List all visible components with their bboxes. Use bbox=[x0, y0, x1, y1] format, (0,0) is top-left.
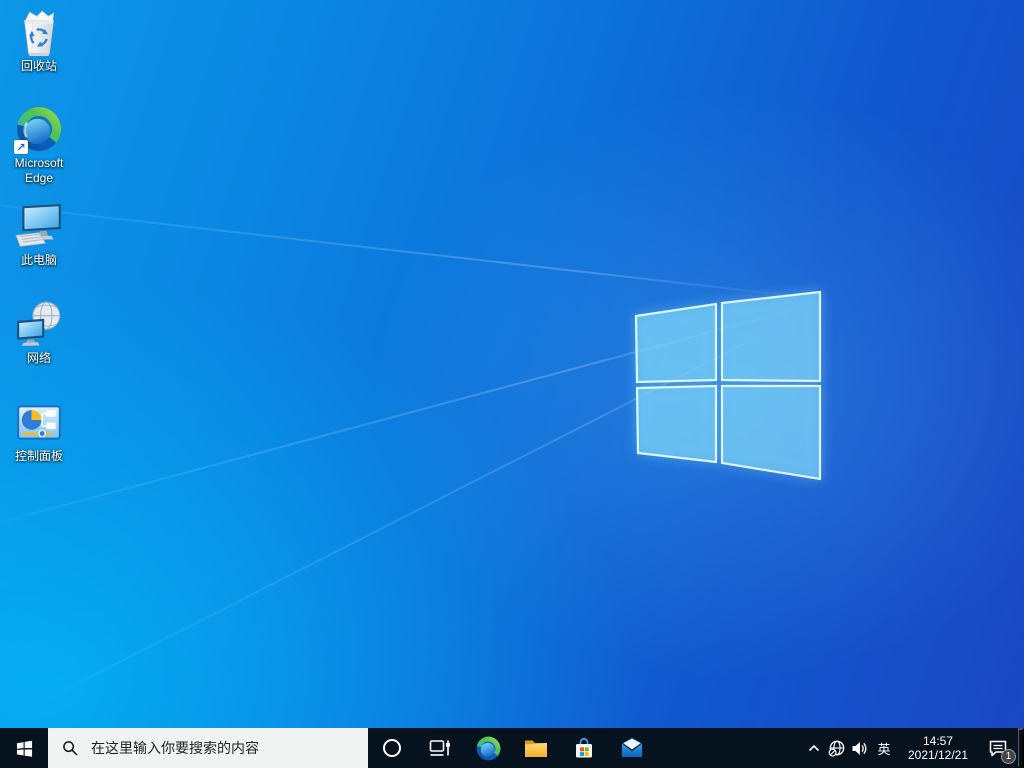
network-tray-button[interactable] bbox=[826, 728, 848, 768]
chevron-up-icon bbox=[808, 744, 820, 752]
mail-button[interactable] bbox=[608, 728, 656, 768]
icon-label: 回收站 bbox=[20, 59, 57, 73]
icon-label: Microsoft Edge bbox=[14, 156, 64, 185]
volume-icon bbox=[852, 741, 866, 755]
file-explorer-button[interactable] bbox=[512, 728, 560, 768]
ime-indicator[interactable]: 英 bbox=[870, 728, 898, 768]
this-pc-icon bbox=[13, 200, 65, 252]
desktop-icon-network[interactable]: 网络 bbox=[1, 298, 77, 366]
store-button[interactable] bbox=[560, 728, 608, 768]
mail-icon bbox=[622, 737, 642, 757]
system-tray: 英 14:57 2021/12/21 1 bbox=[802, 728, 1024, 768]
edge-taskbar-button[interactable] bbox=[464, 728, 512, 768]
clock-time: 14:57 bbox=[922, 734, 954, 748]
taskbar: 英 14:57 2021/12/21 1 bbox=[0, 728, 1024, 768]
clock-date: 2021/12/21 bbox=[907, 748, 969, 762]
desktop-icon-recycle-bin[interactable]: 回收站 bbox=[1, 6, 77, 74]
recycle-bin-icon bbox=[13, 6, 65, 58]
file-explorer-icon bbox=[525, 740, 547, 757]
desktop-icon-this-pc[interactable]: 此电脑 bbox=[1, 200, 77, 268]
control-panel-icon bbox=[13, 396, 65, 448]
desktop-icon-control-panel[interactable]: 控制面板 bbox=[1, 396, 77, 464]
task-view-icon bbox=[429, 740, 450, 756]
icon-label: 此电脑 bbox=[20, 253, 57, 267]
action-center-button[interactable]: 1 bbox=[978, 728, 1018, 768]
clock[interactable]: 14:57 2021/12/21 bbox=[898, 728, 978, 768]
network-desktop-icon bbox=[13, 298, 65, 350]
notification-badge: 1 bbox=[1001, 749, 1016, 764]
edge-icon bbox=[476, 736, 500, 760]
desktop-icon-microsoft-edge[interactable]: ↗ Microsoft Edge bbox=[1, 103, 77, 186]
show-desktop-button[interactable] bbox=[1018, 728, 1024, 768]
icon-label: 网络 bbox=[26, 351, 51, 365]
start-button[interactable] bbox=[0, 728, 48, 768]
cortana-button[interactable] bbox=[368, 728, 416, 768]
search-icon bbox=[63, 740, 78, 755]
task-view-button[interactable] bbox=[416, 728, 464, 768]
search-input[interactable] bbox=[89, 739, 360, 757]
show-hidden-icons-button[interactable] bbox=[802, 728, 826, 768]
edge-logo-icon: ↗ bbox=[13, 103, 65, 155]
network-globe-offline-icon bbox=[828, 740, 845, 757]
store-icon bbox=[576, 737, 592, 758]
search-box[interactable] bbox=[48, 728, 368, 768]
shortcut-arrow-icon: ↗ bbox=[14, 140, 28, 154]
cortana-icon bbox=[383, 739, 401, 757]
icon-label: 控制面板 bbox=[14, 449, 63, 463]
volume-button[interactable] bbox=[848, 728, 870, 768]
wallpaper-windows-logo bbox=[634, 290, 822, 481]
windows-logo-icon bbox=[16, 740, 32, 757]
desktop-wallpaper: 回收站 ↗ Microsoft Edge 此电脑 网络 控制面板 bbox=[0, 0, 1024, 728]
